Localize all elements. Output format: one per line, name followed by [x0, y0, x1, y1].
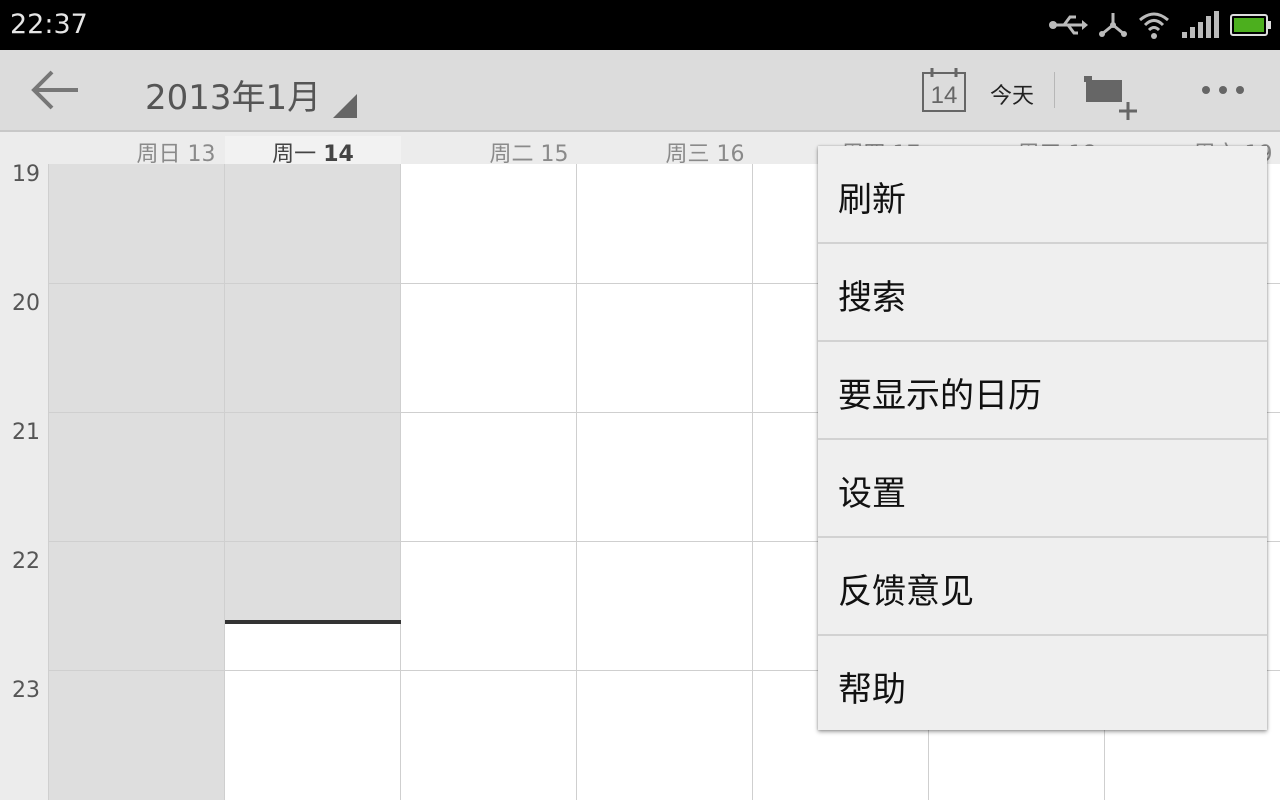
status-icons [1048, 8, 1272, 42]
day-column-tue[interactable] [400, 164, 577, 800]
hour-label: 19 [12, 162, 40, 187]
action-bar: 2013年1月 14 今天 [0, 50, 1280, 130]
overflow-menu: 刷新 搜索 要显示的日历 设置 反馈意见 帮助 [818, 146, 1267, 730]
calendar-today-icon: 14 [922, 68, 966, 112]
current-time-indicator [225, 620, 401, 624]
usb-icon [1049, 15, 1088, 35]
menu-item-help[interactable]: 帮助 [818, 636, 1267, 730]
menu-item-refresh[interactable]: 刷新 [818, 146, 1267, 244]
dropdown-triangle-icon[interactable] [333, 94, 357, 118]
day-column-sun[interactable] [48, 164, 225, 800]
new-event-icon[interactable] [1080, 72, 1144, 122]
today-button[interactable]: 14 [920, 66, 968, 114]
hour-label: 21 [12, 420, 40, 445]
day-column-mon[interactable] [224, 164, 401, 800]
hour-gutter: 19 20 21 22 23 [0, 162, 48, 800]
menu-item-settings[interactable]: 设置 [818, 440, 1267, 538]
hour-label: 20 [12, 291, 40, 316]
signal-icon [1182, 11, 1219, 38]
battery-icon [1230, 14, 1271, 36]
overflow-menu-icon[interactable] [1196, 74, 1250, 106]
today-date: 14 [931, 82, 958, 109]
wifi-icon [1139, 12, 1169, 39]
menu-item-calendars-to-display[interactable]: 要显示的日历 [818, 342, 1267, 440]
status-bar: 22:37 [0, 0, 1280, 50]
hour-label: 22 [12, 549, 40, 574]
menu-item-feedback[interactable]: 反馈意见 [818, 538, 1267, 636]
day-column-wed[interactable] [576, 164, 753, 800]
month-title[interactable]: 2013年1月 [145, 70, 321, 119]
menu-item-search[interactable]: 搜索 [818, 244, 1267, 342]
action-bar-divider [1054, 72, 1055, 108]
hour-label: 23 [12, 678, 40, 703]
status-time: 22:37 [10, 9, 88, 40]
back-arrow-icon[interactable] [24, 64, 88, 116]
usb-debug-icon [1099, 13, 1127, 37]
today-label[interactable]: 今天 [990, 78, 1034, 110]
